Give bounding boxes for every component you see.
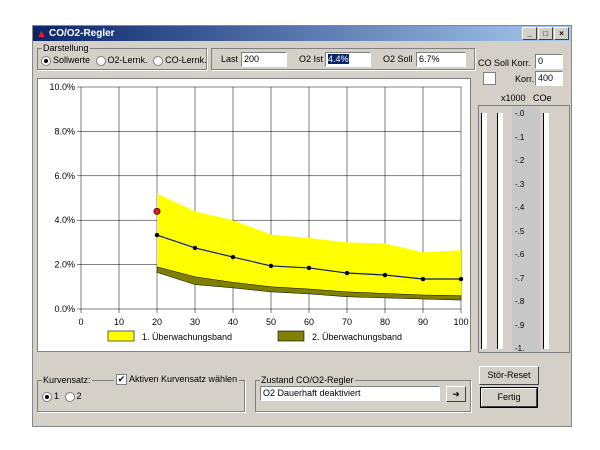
x-tick-label: 100: [453, 317, 468, 327]
scale-tick-label: -.8: [515, 297, 525, 306]
radio-o2-lernk[interactable]: O2-Lernk.: [95, 55, 148, 66]
window: ▲ CO/O2-Regler _ □ × Darstellung Sollwer…: [32, 25, 572, 427]
current-point: [153, 207, 161, 215]
scale-label-coe: COe: [533, 93, 552, 103]
radio-co-lernk[interactable]: CO-Lernk.: [153, 55, 207, 66]
setpoint-marker: [344, 270, 350, 276]
x-tick-label: 20: [152, 317, 162, 327]
scale-panel: -.0 -.1 -.2 -.3 -.4 -.5 -.6 -.7 -.8 -.9 -1.: [478, 105, 570, 353]
co-soll-korr-field[interactable]: 0: [535, 54, 563, 69]
scale-tick-label: -.7: [515, 273, 525, 283]
setpoint-marker: [420, 276, 426, 282]
legend-swatch: [277, 330, 305, 342]
maximize-button[interactable]: □: [538, 27, 553, 40]
y-tick-label: 8.0%: [54, 126, 75, 136]
scale-tick-label: -.2: [515, 156, 525, 165]
slider-right[interactable]: [543, 113, 549, 349]
x-tick-label: 80: [380, 317, 390, 327]
app-logo-icon: ▲: [36, 28, 47, 40]
scale-tick-label: -1.: [515, 344, 525, 353]
setpoint-marker: [268, 263, 274, 269]
zustand-group: Zustand CO/O2-Regler O2 Dauerhaft deakti…: [255, 375, 471, 412]
x-tick-label: 30: [190, 317, 200, 327]
x-tick-label: 40: [228, 317, 238, 327]
legend-label: 1. Überwachungsband: [142, 332, 232, 342]
legend-label: 2. Überwachungsband: [312, 332, 402, 342]
o2-soll-field[interactable]: 6.7%: [416, 52, 466, 67]
scale-label-x1000: x1000: [501, 93, 526, 103]
y-tick-label: 2.0%: [54, 260, 75, 270]
korr-label: Korr.: [515, 74, 535, 84]
close-button[interactable]: ×: [554, 27, 569, 40]
minimize-button[interactable]: _: [522, 27, 537, 40]
o2-soll-label: O2 Soll: [383, 54, 413, 64]
slider-left[interactable]: [481, 113, 487, 349]
setpoint-marker: [382, 272, 388, 278]
kurvensatz-group: Kurvensatz: ✔ Aktiven Kurvensatz wählen …: [37, 374, 245, 412]
scale-tick-label: -.0: [515, 109, 525, 118]
fertig-button[interactable]: Fertig: [480, 387, 538, 408]
y-tick-label: 6.0%: [54, 171, 75, 181]
setpoint-marker: [192, 245, 198, 251]
chart: 0 10 20 30 40 50 60 70 80 90 100 0.0% 2.0% 4.0% 6.0% 8.…: [49, 82, 468, 342]
scale-tick-label: -.3: [515, 179, 525, 189]
scale-tick-label: -.9: [515, 320, 525, 330]
korr-checkbox[interactable]: [483, 72, 496, 85]
radio-kurvensatz-2[interactable]: 2: [64, 391, 82, 402]
x-tick-label: 60: [304, 317, 314, 327]
window-title: CO/O2-Regler: [49, 28, 115, 39]
x-tick-label: 50: [266, 317, 276, 327]
scale-tick-label: -.4: [515, 203, 525, 212]
setpoint-marker: [306, 265, 312, 271]
darstellung-group: Darstellung Sollwerte O2-Lernk. CO-Lernk…: [37, 43, 207, 70]
setpoint-marker: [154, 232, 160, 238]
chart-panel: 0 10 20 30 40 50 60 70 80 90 100 0.0% 2.0% 4.0% 6.0% 8.…: [37, 78, 471, 352]
o2-ist-field[interactable]: 4.4%: [328, 54, 349, 64]
radio-sollwerte[interactable]: Sollwerte: [41, 55, 90, 66]
y-tick-label: 0.0%: [54, 304, 75, 314]
x-tick-label: 10: [114, 317, 124, 327]
aktiv-kurvensatz-checkbox[interactable]: ✔ Aktiven Kurvensatz wählen: [114, 374, 240, 386]
stoer-reset-button[interactable]: Stör-Reset: [479, 366, 539, 385]
zustand-field: O2 Dauerhaft deaktiviert: [260, 386, 440, 401]
o2-ist-label: O2 Ist: [299, 54, 324, 64]
scale-tick-label: -.1: [515, 132, 525, 142]
y-tick-label: 4.0%: [54, 215, 75, 225]
legend-swatch: [107, 330, 135, 342]
x-tick-label: 70: [342, 317, 352, 327]
arrow-right-button[interactable]: ➜: [446, 386, 466, 402]
co-soll-korr-label: CO Soll Korr.: [478, 58, 531, 68]
last-label: Last: [221, 54, 239, 64]
setpoint-marker: [458, 276, 464, 282]
zustand-label: Zustand CO/O2-Regler: [260, 375, 355, 385]
y-tick-label: 10.0%: [49, 82, 75, 92]
kurvensatz-label: Kurvensatz:: [42, 375, 92, 385]
korr-field[interactable]: 400: [535, 71, 563, 86]
radio-kurvensatz-1[interactable]: 1: [42, 391, 59, 402]
setpoint-marker: [230, 254, 236, 260]
scale-tick-label: -.6: [515, 250, 525, 259]
slider-mid[interactable]: [497, 113, 503, 349]
last-field[interactable]: 200: [241, 52, 287, 67]
scale-tick-label: -.5: [515, 226, 525, 236]
x-tick-label: 0: [78, 317, 83, 327]
x-tick-label: 90: [418, 317, 428, 327]
title-bar: ▲ CO/O2-Regler _ □ ×: [33, 26, 571, 41]
darstellung-label: Darstellung: [42, 43, 90, 53]
